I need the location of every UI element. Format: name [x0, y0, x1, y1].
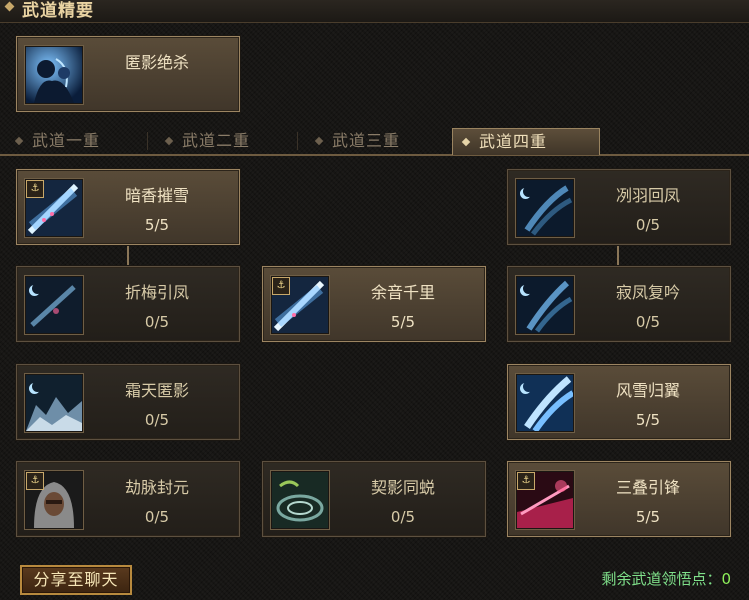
tab-label: 武道一重	[32, 131, 101, 150]
tab-tier-1[interactable]: 武道一重	[6, 128, 148, 154]
skill-name: 冽羽回凤	[615, 186, 680, 205]
tab-tier-2[interactable]: 武道二重	[156, 128, 298, 154]
skill-card[interactable]: 霜天匿影 0/5	[16, 364, 240, 440]
skill-level: 0/5	[144, 313, 170, 331]
tab-bar: 武道一重 武道二重 武道三重 武道四重	[0, 128, 749, 156]
ice-blade-icon: ⚓	[25, 179, 83, 237]
tab-label: 武道四重	[479, 132, 548, 151]
connector-line	[617, 244, 619, 266]
skill-level: 5/5	[635, 411, 661, 429]
skill-name: 三叠引锋	[615, 478, 680, 497]
rank-badge-icon: ⚓	[26, 180, 44, 198]
skill-name: 劫脉封元	[124, 478, 189, 497]
skill-level: 5/5	[390, 313, 416, 331]
skill-level: 5/5	[144, 216, 170, 234]
moon-icon	[32, 283, 43, 294]
tab-tier-3[interactable]: 武道三重	[306, 128, 448, 154]
tab-label: 武道三重	[332, 131, 401, 150]
window-title: 武道精要	[22, 1, 94, 21]
diamond-icon	[164, 136, 174, 146]
moon-icon	[32, 381, 43, 392]
skill-card[interactable]: 寂凤复吟 0/5	[507, 266, 731, 342]
share-to-chat-button[interactable]: 分享至聊天	[20, 565, 132, 595]
tab-tier-4[interactable]: 武道四重	[452, 128, 600, 155]
featured-skill-name: 匿影绝杀	[124, 53, 189, 72]
skill-level: 0/5	[635, 313, 661, 331]
skill-level: 0/5	[144, 508, 170, 526]
skill-name: 余音千里	[370, 283, 435, 302]
hooded-figure-icon: ⚓	[25, 471, 83, 529]
rank-badge-icon: ⚓	[517, 472, 535, 490]
skill-card[interactable]: ⚓ 余音千里 5/5	[262, 266, 486, 342]
skill-name: 风雪归翼	[615, 381, 680, 400]
skill-level: 5/5	[635, 508, 661, 526]
points-label: 剩余武道领悟点：	[601, 570, 722, 588]
skill-card[interactable]: ⚓ 三叠引锋 5/5	[507, 461, 731, 537]
skill-name: 契影同蜕	[370, 478, 435, 497]
diamond-icon	[314, 136, 324, 146]
skill-card[interactable]: ⚓ 劫脉封元 0/5	[16, 461, 240, 537]
divider	[297, 132, 298, 150]
skill-level: 0/5	[390, 508, 416, 526]
tab-label: 武道二重	[182, 131, 251, 150]
featured-skill-card[interactable]: 匿影绝杀	[16, 36, 240, 112]
title-bar: 武道精要	[0, 0, 749, 23]
divider	[147, 132, 148, 150]
skill-name: 霜天匿影	[124, 381, 189, 400]
moon-icon	[523, 186, 534, 197]
skill-name: 寂凤复吟	[615, 283, 680, 302]
frost-wing-icon	[516, 179, 574, 237]
remaining-points: 剩余武道领悟点：0	[601, 568, 731, 589]
ice-blade-icon: ⚓	[271, 276, 329, 334]
plum-blossom-icon	[25, 276, 83, 334]
skill-card[interactable]: 风雪归翼 5/5	[507, 364, 731, 440]
skill-level: 0/5	[144, 411, 170, 429]
frost-wing-icon	[516, 374, 574, 432]
rank-badge-icon: ⚓	[272, 277, 290, 295]
moon-icon	[523, 283, 534, 294]
shadow-assassin-icon	[25, 46, 83, 104]
skill-card[interactable]: 折梅引凤 0/5	[16, 266, 240, 342]
skill-name: 折梅引凤	[124, 283, 189, 302]
skill-card[interactable]: 契影同蜕 0/5	[262, 461, 486, 537]
points-value: 0	[721, 570, 731, 588]
rank-badge-icon: ⚓	[26, 472, 44, 490]
frost-cliff-icon	[25, 374, 83, 432]
moon-icon	[523, 381, 534, 392]
diamond-icon	[4, 1, 15, 12]
skill-name: 暗香摧雪	[124, 186, 189, 205]
frost-wing-icon	[516, 276, 574, 334]
diamond-icon	[461, 137, 471, 147]
skill-card[interactable]: 冽羽回凤 0/5	[507, 169, 731, 245]
shadow-vortex-icon	[271, 471, 329, 529]
diamond-icon	[14, 136, 24, 146]
skill-level: 0/5	[635, 216, 661, 234]
skill-card[interactable]: ⚓ 暗香摧雪 5/5	[16, 169, 240, 245]
connector-line	[127, 244, 129, 266]
crimson-sword-icon: ⚓	[516, 471, 574, 529]
